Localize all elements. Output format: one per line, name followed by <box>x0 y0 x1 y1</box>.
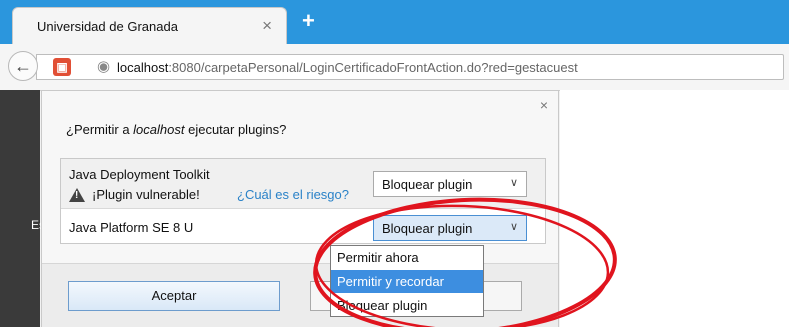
chevron-down-icon: ∨ <box>509 221 518 233</box>
risk-link[interactable]: ¿Cuál es el riesgo? <box>237 187 349 202</box>
chevron-down-icon: ∨ <box>509 177 518 189</box>
navigation-bar: ▣ ◉ localhost:8080/carpetaPersonal/Login… <box>0 44 789 91</box>
plugin-row-deployment-toolkit: Java Deployment Toolkit ! ¡Plugin vulner… <box>61 159 545 209</box>
plugin-action-select-java-se[interactable]: Bloquear plugin ∨ <box>373 215 527 241</box>
close-icon[interactable]: × <box>540 97 548 113</box>
option-allow-now[interactable]: Permitir ahora <box>331 246 483 269</box>
plugin-icon[interactable]: ▣ <box>53 58 71 76</box>
plugin-action-select[interactable]: Bloquear plugin ∨ <box>373 171 527 197</box>
vulnerable-label: ¡Plugin vulnerable! <box>92 187 200 202</box>
warning-icon-mark: ! <box>75 190 79 201</box>
select-value: Bloquear plugin <box>382 221 473 236</box>
prompt-prefix: ¿Permitir a <box>66 122 134 137</box>
tab-universidad[interactable]: Universidad de Granada × <box>12 7 287 44</box>
tab-title: Universidad de Granada <box>37 19 178 34</box>
page-background-dark <box>0 90 40 327</box>
select-value: Bloquear plugin <box>382 177 473 192</box>
back-arrow-icon: ← <box>14 56 32 76</box>
option-block-plugin[interactable]: Bloquear plugin <box>331 294 483 317</box>
accept-button[interactable]: Aceptar <box>68 281 280 311</box>
new-tab-icon[interactable]: + <box>302 8 315 34</box>
tab-strip: Universidad de Granada × + <box>0 0 789 44</box>
prompt-host: localhost <box>133 122 185 137</box>
plugin-list: Java Deployment Toolkit ! ¡Plugin vulner… <box>60 158 546 244</box>
option-allow-remember[interactable]: Permitir y recordar <box>331 270 483 293</box>
url-text: localhost:8080/carpetaPersonal/LoginCert… <box>117 60 578 75</box>
plugin-name: Java Platform SE 8 U <box>69 220 194 235</box>
back-button[interactable]: ← <box>8 51 38 81</box>
prompt-text: ¿Permitir a localhost ejecutar plugins? <box>66 122 286 137</box>
prompt-suffix: ejecutar plugins? <box>184 122 287 137</box>
url-bar[interactable]: ▣ ◉ localhost:8080/carpetaPersonal/Login… <box>36 54 784 80</box>
close-icon[interactable]: × <box>262 16 272 36</box>
plugin-name: Java Deployment Toolkit <box>69 167 210 182</box>
plugin-action-dropdown: Permitir ahora Permitir y recordar Bloqu… <box>330 245 484 317</box>
page-background-light <box>560 90 789 327</box>
globe-icon[interactable]: ◉ <box>97 57 110 75</box>
url-path: :8080/carpetaPersonal/LoginCertificadoFr… <box>168 60 578 75</box>
url-host: localhost <box>117 60 169 75</box>
